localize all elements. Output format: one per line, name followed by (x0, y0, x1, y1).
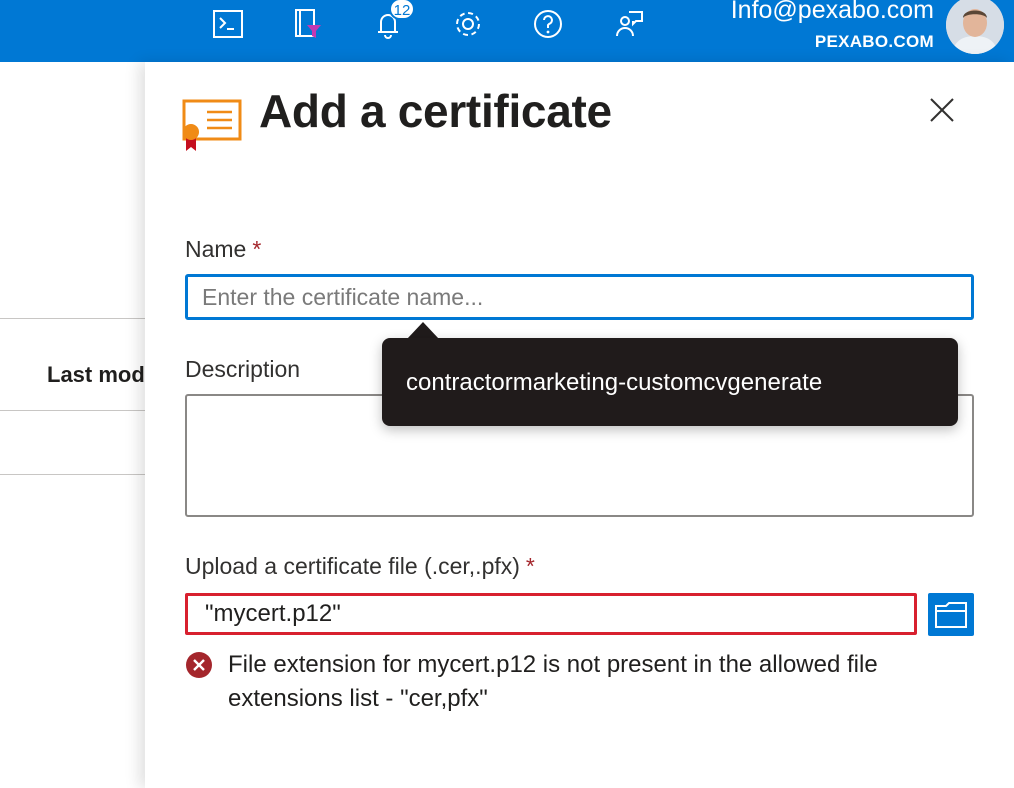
settings-icon[interactable] (452, 8, 484, 40)
close-button[interactable] (925, 93, 959, 127)
folder-icon (935, 602, 967, 628)
upload-label: Upload a certificate file (.cer,.pfx) * (185, 553, 535, 579)
divider (0, 318, 150, 319)
avatar[interactable] (946, 0, 1004, 54)
tooltip-arrow (407, 322, 439, 339)
directory-filter-icon[interactable] (292, 8, 324, 40)
help-icon[interactable] (532, 8, 564, 40)
error-message: File extension for mycert.p12 is not pre… (228, 651, 878, 712)
close-icon (930, 98, 954, 122)
required-indicator: * (252, 236, 262, 262)
user-organization[interactable]: PEXABO.COM (815, 32, 934, 52)
name-label: Name * (185, 236, 262, 262)
page-title: Add a certificate (259, 85, 612, 137)
notification-count-badge: 12 (389, 0, 415, 20)
description-label: Description (185, 356, 301, 382)
browse-file-button[interactable] (928, 593, 974, 636)
top-navigation-bar: 12 Info@pexabo.com PEXABO.COM (0, 0, 1014, 62)
certificate-file-field[interactable]: "mycert.p12" (185, 593, 917, 635)
required-indicator: * (525, 553, 535, 579)
autocomplete-tooltip[interactable]: contractormarketing-customcvgenerate (382, 338, 958, 426)
error-icon (186, 652, 212, 678)
name-field[interactable] (185, 274, 974, 320)
cloud-shell-icon[interactable] (212, 8, 244, 40)
feedback-icon[interactable] (612, 8, 644, 40)
user-email[interactable]: Info@pexabo.com (731, 0, 934, 25)
divider (0, 410, 150, 411)
certificate-icon (182, 99, 242, 151)
column-header-last-modified[interactable]: Last modified (47, 362, 147, 388)
divider (0, 474, 150, 475)
